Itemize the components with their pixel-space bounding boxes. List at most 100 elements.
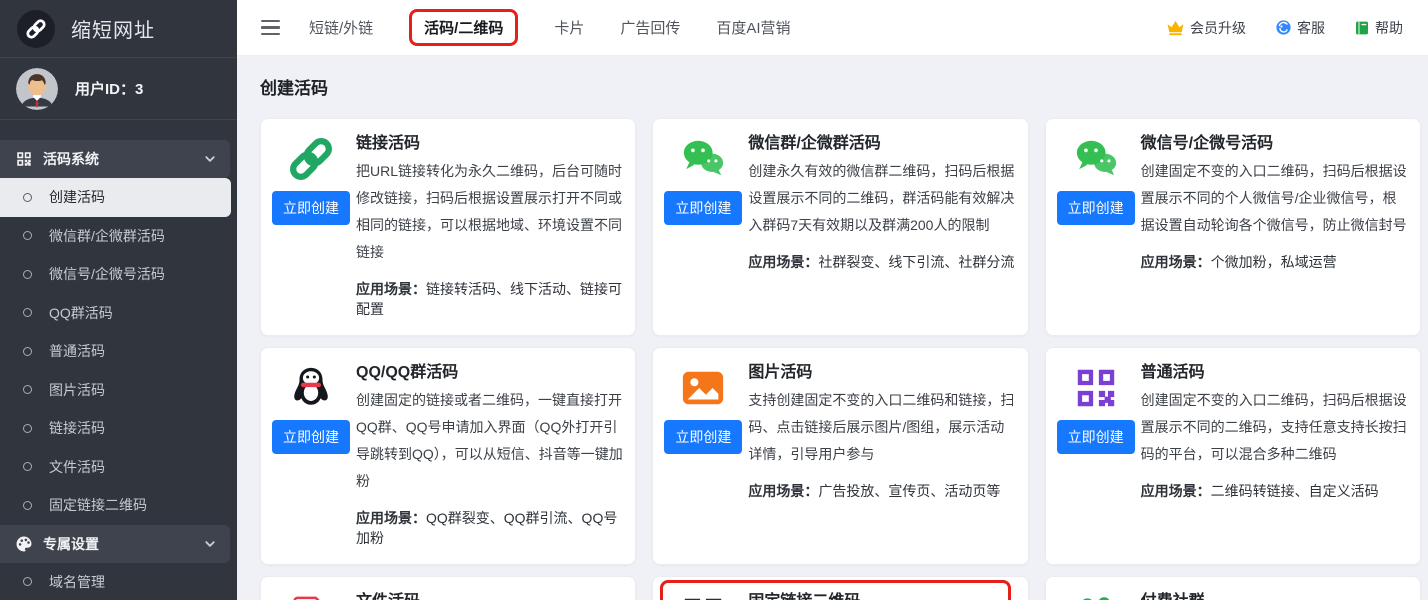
topbar-link-2[interactable]: 帮助 <box>1354 18 1403 38</box>
chevron-down-icon <box>204 153 216 165</box>
topbar-link-label: 客服 <box>1297 18 1325 38</box>
topbar-link-label: 会员升级 <box>1190 18 1246 38</box>
card-7: 立即创建固定链接二维码把网址直接生成二维码，网址不可修改，不限扫码次数，永久可扫… <box>652 576 1028 600</box>
nav-tab-3[interactable]: 广告回传 <box>620 17 680 38</box>
nav-tab-0[interactable]: 短链/外链 <box>309 17 373 38</box>
card-body: QQ/QQ群活码创建固定的链接或者二维码，一键直接打开QQ群、QQ号申请加入界面… <box>356 361 623 548</box>
app-window: 缩短网址 用户ID：3 活码系统创建活码微信群/企微群活码微信号/企微号活码QQ… <box>0 0 1428 600</box>
circle-bullet-icon <box>23 308 32 317</box>
card-left-column: 立即创建 <box>1058 590 1134 600</box>
circle-bullet-icon <box>23 193 32 202</box>
card-5: 立即创建普通活码创建固定不变的入口二维码，扫码后根据设置展示不同的二维码，支持任… <box>1045 347 1421 565</box>
nav-tab-4[interactable]: 百度AI营销 <box>716 17 790 38</box>
sidebar-item-8[interactable]: 文件活码 <box>0 448 237 487</box>
create-button[interactable]: 立即创建 <box>1057 420 1135 454</box>
cards-grid: 立即创建链接活码把URL链接转化为永久二维码，后台可随时修改链接，扫码后根据设置… <box>260 118 1421 600</box>
sidebar-item-7[interactable]: 链接活码 <box>0 409 237 448</box>
sidebar-item-4[interactable]: QQ群活码 <box>0 294 237 333</box>
help-book-icon <box>1354 20 1370 36</box>
topbar-link-label: 帮助 <box>1375 18 1403 38</box>
create-button[interactable]: 立即创建 <box>272 420 350 454</box>
main-content: 创建活码 立即创建链接活码把URL链接转化为永久二维码，后台可随时修改链接，扫码… <box>237 56 1428 600</box>
sidebar: 缩短网址 用户ID：3 活码系统创建活码微信群/企微群活码微信号/企微号活码QQ… <box>0 0 237 600</box>
topbar-link-0[interactable]: 会员升级 <box>1166 18 1246 38</box>
sidebar-item-label: 域名管理 <box>49 572 105 592</box>
link-icon <box>288 136 334 182</box>
group-chat-icon <box>1073 594 1119 600</box>
sidebar-group-10[interactable]: 专属设置 <box>0 525 230 563</box>
sidebar-item-1[interactable]: 创建活码 <box>0 178 231 217</box>
sidebar-item-3[interactable]: 微信号/企微号活码 <box>0 255 237 294</box>
topbar-link-1[interactable]: 客服 <box>1275 18 1325 38</box>
wechat-icon <box>680 136 726 182</box>
card-4: 立即创建 图片活码支持创建固定不变的入口二维码和链接，扫码、点击链接后展示图片/图… <box>652 347 1028 565</box>
card-left-column: 立即创建 <box>273 590 349 600</box>
circle-bullet-icon <box>23 462 32 471</box>
card-title: 图片活码 <box>748 361 1015 384</box>
sidebar-item-5[interactable]: 普通活码 <box>0 332 237 371</box>
sidebar-item-label: 微信群/企微群活码 <box>49 226 165 246</box>
scenario-label: 应用场景： <box>356 281 426 297</box>
card-description: 创建固定不变的入口二维码，扫码后根据设置展示不同的二维码，支持任意支持长按扫码的… <box>1141 387 1408 468</box>
card-left-column: 立即创建 <box>665 132 741 319</box>
qr-grid-icon <box>15 150 33 168</box>
hamburger-menu-icon[interactable] <box>261 20 280 35</box>
scenario-values: 广告投放、宣传页、活动页等 <box>818 483 1000 499</box>
card-title: 文件活码 <box>356 590 623 600</box>
wechat-icon <box>1073 136 1119 182</box>
card-title: QQ/QQ群活码 <box>356 361 623 384</box>
create-button[interactable]: 立即创建 <box>1057 191 1135 225</box>
sidebar-group-label: 专属设置 <box>43 534 99 554</box>
card-scenarios: 应用场景：链接转活码、线下活动、链接可配置 <box>356 279 623 319</box>
sidebar-item-label: 普通活码 <box>49 341 105 361</box>
create-button[interactable]: 立即创建 <box>664 191 742 225</box>
sidebar-item-label: 固定链接二维码 <box>49 495 147 515</box>
card-scenarios: 应用场景：QQ群裂变、QQ群引流、QQ号加粉 <box>356 508 623 548</box>
card-title: 链接活码 <box>356 132 623 155</box>
palette-icon <box>15 535 33 553</box>
card-scenarios: 应用场景：个微加粉，私域运营 <box>1141 252 1408 272</box>
sidebar-item-2[interactable]: 微信群/企微群活码 <box>0 217 237 256</box>
card-2: 立即创建微信号/企微号活码创建固定不变的入口二维码，扫码后根据设置展示不同的个人… <box>1045 118 1421 336</box>
card-description: 支持创建固定不变的入口二维码和链接，扫码、点击链接后展示图片/图组，展示活动详情… <box>748 387 1015 468</box>
card-left-column: 立即创建 <box>273 361 349 548</box>
card-body: 链接活码把URL链接转化为永久二维码，后台可随时修改链接，扫码后根据设置展示打开… <box>356 132 623 319</box>
card-body: 付费社群支持付费后打开活码页面，价格可自定义。应用场景：付费社群、付费资料等 <box>1141 590 1408 600</box>
create-button[interactable]: 立即创建 <box>664 420 742 454</box>
qr-code-icon <box>1073 365 1119 411</box>
card-description: 把URL链接转化为永久二维码，后台可随时修改链接，扫码后根据设置展示打开不同或相… <box>356 158 623 266</box>
scenario-label: 应用场景： <box>356 510 426 526</box>
crown-icon <box>1166 19 1185 36</box>
card-0: 立即创建链接活码把URL链接转化为永久二维码，后台可随时修改链接，扫码后根据设置… <box>260 118 636 336</box>
sidebar-menu: 活码系统创建活码微信群/企微群活码微信号/企微号活码QQ群活码普通活码图片活码链… <box>0 120 237 600</box>
sidebar-group-0[interactable]: 活码系统 <box>0 140 230 178</box>
right-column: 短链/外链活码/二维码卡片广告回传百度AI营销 会员升级客服帮助 创建活码 立即… <box>237 0 1428 600</box>
card-left-column: 立即创建 <box>665 590 741 600</box>
card-8: 立即创建付费社群支持付费后打开活码页面，价格可自定义。应用场景：付费社群、付费资… <box>1045 576 1421 600</box>
nav-tabs: 短链/外链 活码/二维码 卡片 广告回传 百度AI营销 <box>309 9 791 46</box>
nav-tab-2[interactable]: 卡片 <box>554 17 584 38</box>
card-body: 普通活码创建固定不变的入口二维码，扫码后根据设置展示不同的二维码，支持任意支持长… <box>1141 361 1408 548</box>
logo[interactable]: 缩短网址 <box>0 0 237 58</box>
card-scenarios: 应用场景：社群裂变、线下引流、社群分流 <box>748 252 1015 272</box>
circle-bullet-icon <box>23 424 32 433</box>
card-title: 微信号/企微号活码 <box>1141 132 1408 155</box>
card-title: 普通活码 <box>1141 361 1408 384</box>
scenario-values: 二维码转链接、自定义活码 <box>1211 483 1379 499</box>
create-button[interactable]: 立即创建 <box>272 191 350 225</box>
card-body: 固定链接二维码把网址直接生成二维码，网址不可修改，不限扫码次数，永久可扫码。应用… <box>748 590 1015 600</box>
scenario-label: 应用场景： <box>748 254 818 270</box>
card-title: 固定链接二维码 <box>748 590 1015 600</box>
app-title: 缩短网址 <box>71 14 155 43</box>
scenario-label: 应用场景： <box>1141 483 1211 499</box>
qr-code-icon <box>680 594 726 600</box>
card-description: 创建永久有效的微信群二维码，扫码后根据设置展示不同的二维码，群活码能有效解决入群… <box>748 158 1015 239</box>
sidebar-item-6[interactable]: 图片活码 <box>0 371 237 410</box>
sidebar-item-11[interactable]: 域名管理 <box>0 563 237 600</box>
sidebar-item-label: 图片活码 <box>49 380 105 400</box>
topbar-links: 会员升级 客服 帮助 <box>1166 18 1403 38</box>
sidebar-item-9[interactable]: 固定链接二维码 <box>0 486 237 525</box>
card-scenarios: 应用场景：广告投放、宣传页、活动页等 <box>748 481 1015 501</box>
nav-tab-1[interactable]: 活码/二维码 <box>409 9 518 46</box>
user-id: 用户ID：3 <box>75 78 143 99</box>
